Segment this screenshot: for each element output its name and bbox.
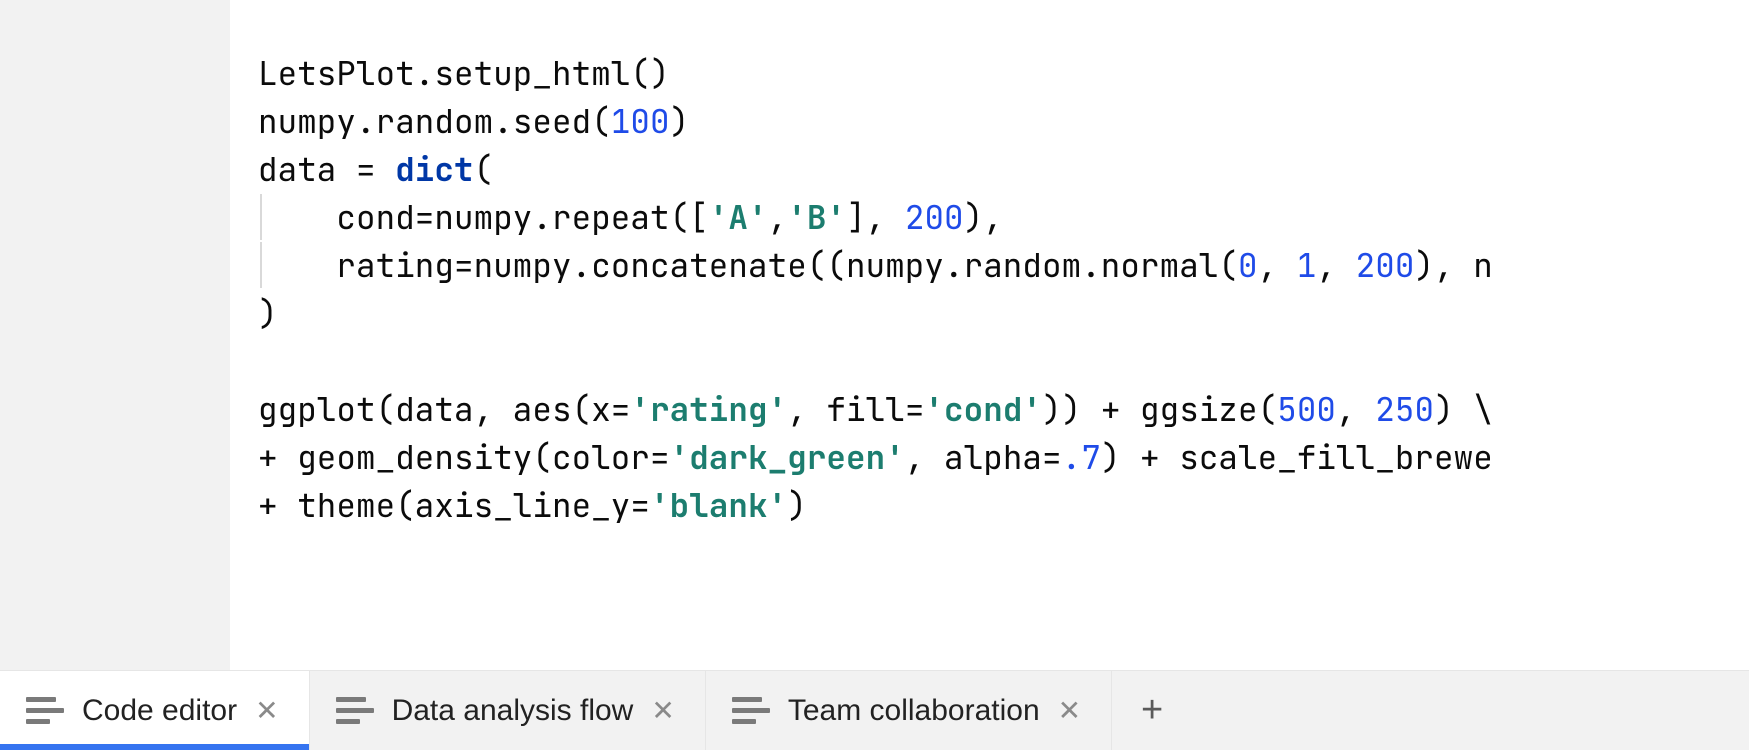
tab-team-collaboration[interactable]: Team collaboration ✕	[706, 671, 1112, 750]
code-line: cond=numpy.repeat(['A','B'], 200),	[258, 196, 1003, 239]
code-line: ggplot(data, aes(x='rating', fill='cond'…	[258, 388, 1493, 431]
tab-label: Team collaboration	[788, 694, 1040, 728]
close-icon[interactable]: ✕	[1058, 697, 1081, 725]
code-line: numpy.random.seed(100)	[258, 100, 689, 143]
tab-code-editor[interactable]: Code editor ✕	[0, 671, 310, 750]
plus-icon: +	[1141, 689, 1163, 732]
file-icon	[336, 697, 374, 724]
code-line: )	[258, 292, 278, 335]
tab-label: Code editor	[82, 694, 237, 728]
add-tab-button[interactable]: +	[1112, 671, 1192, 750]
code-line: + geom_density(color='dark_green', alpha…	[258, 436, 1493, 479]
code-editor-viewport[interactable]: LetsPlot.setup_html() numpy.random.seed(…	[230, 0, 1749, 670]
code-line: + theme(axis_line_y='blank')	[258, 484, 807, 527]
app-root: LetsPlot.setup_html() numpy.random.seed(…	[0, 0, 1749, 750]
file-icon	[732, 697, 770, 724]
code-line: rating=numpy.concatenate((numpy.random.n…	[258, 244, 1493, 287]
file-icon	[26, 697, 64, 724]
code-line: LetsPlot.setup_html()	[258, 52, 670, 95]
editor-gutter[interactable]	[0, 0, 230, 670]
code-line	[258, 340, 278, 383]
tab-data-analysis-flow[interactable]: Data analysis flow ✕	[310, 671, 706, 750]
editor-area: LetsPlot.setup_html() numpy.random.seed(…	[0, 0, 1749, 670]
close-icon[interactable]: ✕	[651, 697, 674, 725]
code-line: data = dict(	[258, 148, 493, 191]
close-icon[interactable]: ✕	[255, 697, 278, 725]
code-content[interactable]: LetsPlot.setup_html() numpy.random.seed(…	[258, 50, 1749, 530]
tab-bar: Code editor ✕ Data analysis flow ✕ Team …	[0, 670, 1749, 750]
tab-label: Data analysis flow	[392, 694, 634, 728]
